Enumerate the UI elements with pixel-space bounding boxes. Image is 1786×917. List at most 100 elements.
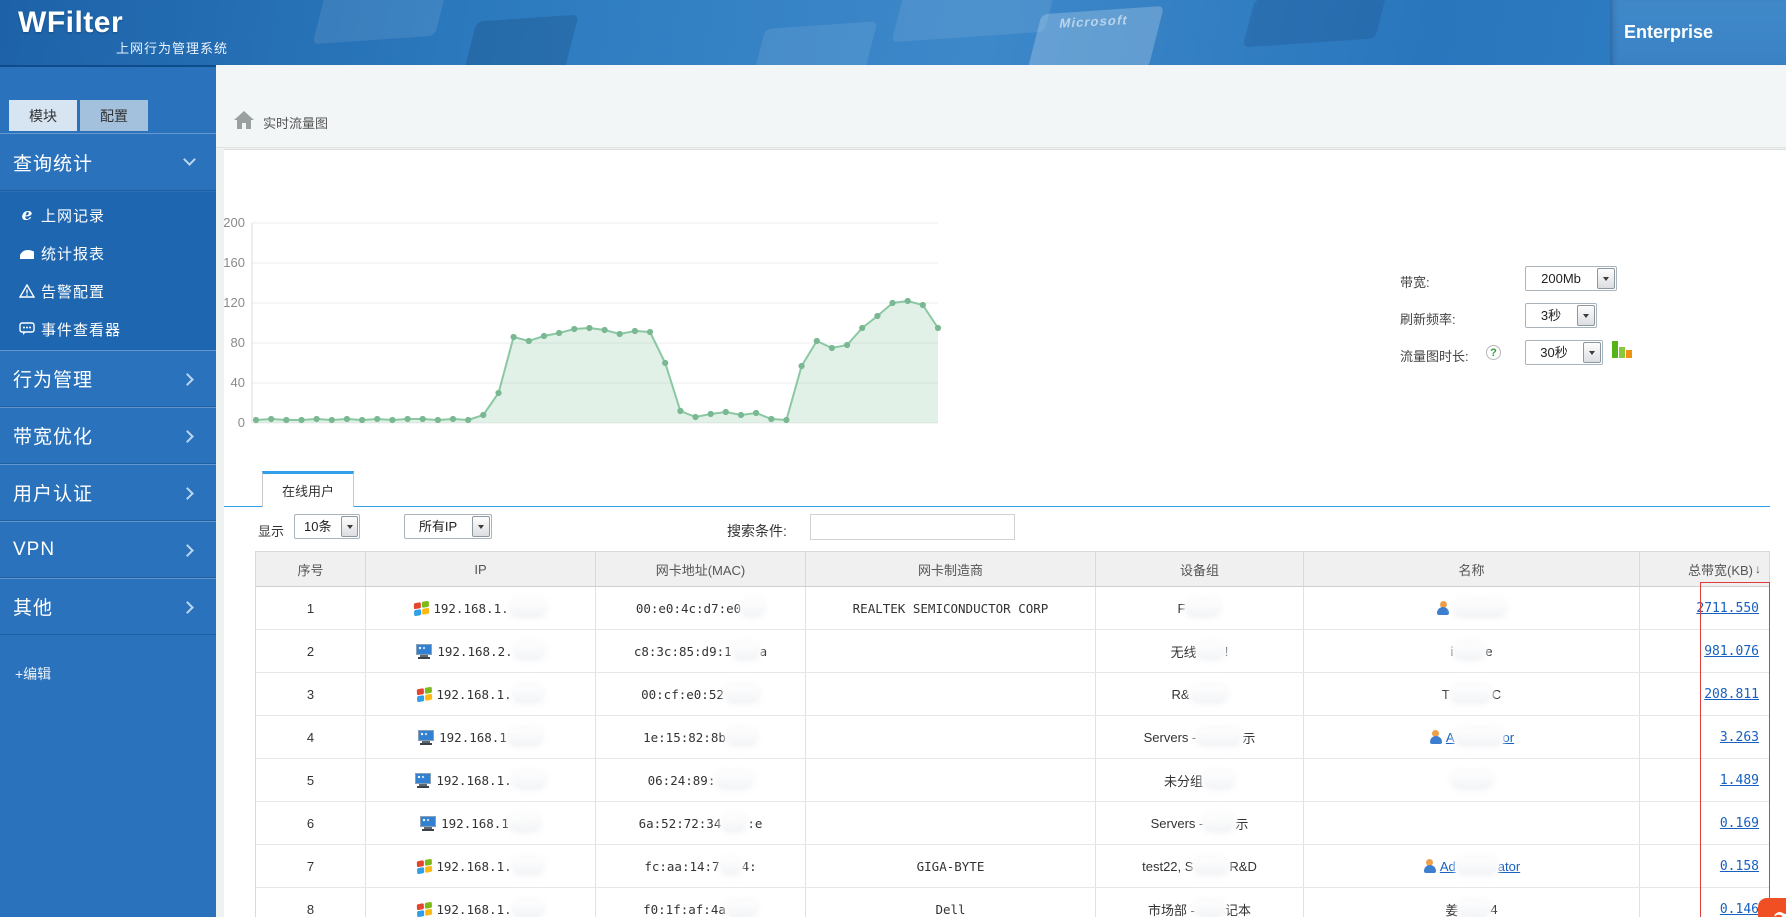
bandwidth-link[interactable]: 981.076 [1704,644,1759,659]
page-title: 实时流量图 [263,116,329,131]
bandwidth-select[interactable]: 200Mb [1525,266,1617,291]
refresh-rate-select[interactable]: 3秒 [1525,303,1597,328]
data-point [737,411,745,419]
report-icon [17,247,37,260]
show-label: 显示 [258,524,285,539]
refresh-rate-select-value: 3秒 [1540,308,1562,323]
sidebar-section-3[interactable]: VPN [0,521,216,578]
cell-ip: 192.168.2. [366,630,596,672]
redaction-blur [509,599,546,617]
column-header-5[interactable]: 名称 [1304,552,1640,586]
cell-text: 00:e0:4c:d7:e0 [635,600,742,616]
redaction-blur [1456,857,1497,875]
cell-vendor [806,673,1096,715]
ip-filter-select[interactable]: 所有IP [404,514,492,539]
redaction-blur [509,814,540,832]
sidebar-section-2[interactable]: 用户认证 [0,464,216,521]
dropdown-button[interactable] [1583,342,1601,363]
sidebar-section-4[interactable]: 其他 [0,578,216,635]
sidebar-section-query-stats[interactable]: 查询统计 [0,133,216,191]
column-header-6[interactable]: 总带宽(KB) ↓ [1640,552,1769,586]
cell-index: 3 [256,673,366,715]
tab-config[interactable]: 配置 [80,100,148,131]
bandwidth-link[interactable]: 0.169 [1720,816,1759,831]
cell-text: 192.168.1. [436,686,512,702]
user-name-link[interactable] [1453,599,1507,617]
cell-name: ie [1304,630,1640,672]
dropdown-button[interactable] [1577,305,1595,326]
cell-text: Servers - [1150,815,1204,831]
cell-text: 192.168.1. [436,772,512,788]
data-point [313,415,320,423]
bandwidth-link[interactable]: 0.158 [1720,859,1759,874]
cell-text: :e [747,815,763,831]
data-point [343,415,350,423]
data-point [768,415,775,423]
event-icon [17,322,37,336]
bandwidth-link[interactable]: 208.811 [1704,687,1759,702]
table-row: 2 192.168.2. c8:3c:85:d9:1 a 无线! i e 981.076 [256,630,1769,673]
home-icon[interactable] [234,111,254,129]
cell-text: 06:24:89: [647,772,716,788]
breadcrumb: 实时流量图 [216,65,1786,148]
redaction-blur [1186,599,1221,617]
column-header-1[interactable]: IP [366,552,596,586]
user-icon [1436,601,1450,615]
cell-name: 姜4 [1304,888,1640,917]
data-point [389,416,396,424]
dropdown-arrow-icon [346,525,353,532]
dropdown-button[interactable] [1597,268,1615,289]
data-point [646,328,654,336]
app-logo-subtitle: 上网行为管理系统 [116,41,229,56]
bar-chart-icon[interactable] [1612,340,1634,358]
user-name-link[interactable]: Ad ator [1440,857,1520,875]
sidebar-section-label: 行为管理 [13,370,94,391]
windows-icon [417,858,433,874]
wfilter-app: Microsoft WFilter 上网行为管理系统 Enterprise 模块… [0,0,1786,917]
column-header-2[interactable]: 网卡地址(MAC) [596,552,806,586]
data-point [616,330,623,338]
cell-text: 192.168.2. [437,643,513,659]
sidebar-edit-link[interactable]: +编辑 [15,664,51,684]
cell-text: 姜 [1445,902,1459,917]
dropdown-button[interactable] [341,516,358,537]
cell-ip: 192.168.1. [366,587,596,629]
bandwidth-link[interactable]: 3.263 [1720,730,1759,745]
user-name-link[interactable]: Aor [1446,728,1514,746]
redaction-blur [716,771,753,789]
sidebar-subitem-3[interactable]: 事件查看器 [0,310,216,348]
column-header-4[interactable]: 设备组 [1096,552,1304,586]
sidebar-section-1[interactable]: 带宽优化 [0,407,216,464]
cell-name [1304,587,1640,629]
cell-text: test22, S [1142,858,1194,874]
sidebar-subitem-0[interactable]: e 上网记录 [0,196,216,234]
dropdown-button[interactable] [472,516,490,537]
cell-mac: f0:1f:af:4a [596,888,806,917]
column-header-0[interactable]: 序号 [256,552,366,586]
tab-modules[interactable]: 模块 [9,100,77,131]
help-icon[interactable]: ? [1486,345,1501,360]
chart-duration-select[interactable]: 30秒 [1525,340,1603,365]
ip-filter-value: 所有IP [418,519,458,534]
y-axis-tick-label: 160 [223,255,245,270]
main-content: 实时流量图 200 160 120 80 40 0 带宽: 200Mb 刷新频率: 3秒 … [216,65,1786,917]
tab-online-users[interactable]: 在线用户 [262,471,354,507]
page-size-select[interactable]: 10条 [294,514,360,539]
data-point [934,324,942,332]
column-header-3[interactable]: 网卡制造商 [806,552,1096,586]
cell-text: 4: [741,858,757,874]
bandwidth-link[interactable]: 1.489 [1720,773,1759,788]
search-input[interactable] [810,514,1015,540]
chevron-right-icon [181,487,194,500]
bandwidth-link[interactable]: 0.146 [1720,902,1759,917]
data-point [298,416,305,424]
sidebar-section-0[interactable]: 行为管理 [0,350,216,407]
y-axis-tick-label: 40 [231,375,245,390]
table-row: 7 192.168.1. fc:aa:14:7 4: GIGA-BYTE test22, … [256,845,1769,888]
table-row: 3 192.168.1. 00:cf:e0:52 R& T C 208.811 [256,673,1769,716]
sidebar-subitem-1[interactable]: 统计报表 [0,234,216,272]
sidebar-subitem-2[interactable]: 告警配置 [0,272,216,310]
redaction-blur [1197,728,1242,746]
data-point [465,416,472,424]
bandwidth-link[interactable]: 2711.550 [1696,601,1759,616]
